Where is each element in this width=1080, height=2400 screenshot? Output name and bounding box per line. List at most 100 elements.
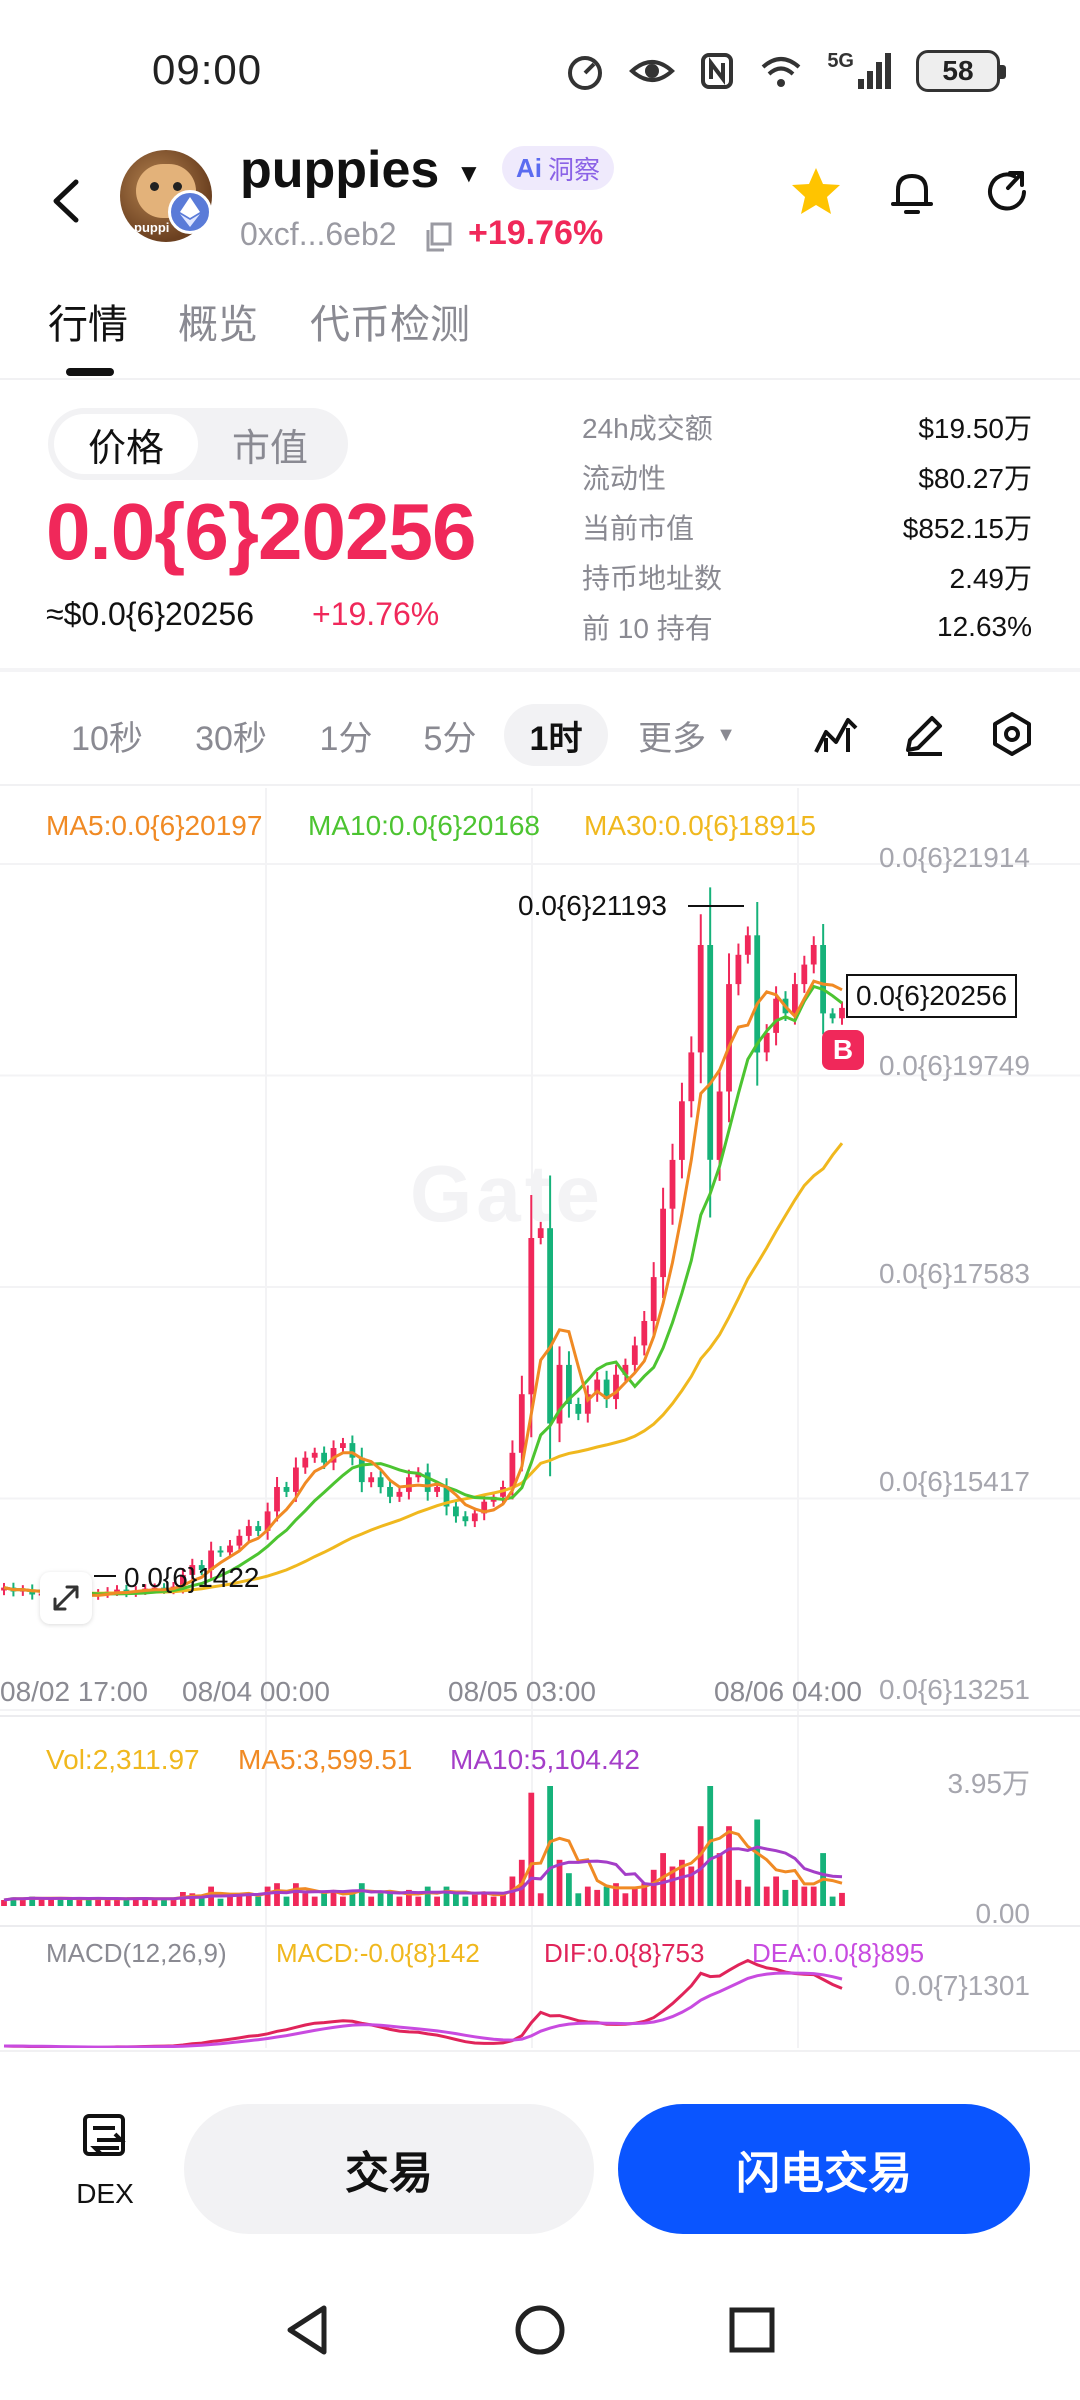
candle-body — [641, 1321, 648, 1346]
nav-home-icon[interactable] — [500, 2290, 580, 2370]
interval-10s[interactable]: 10秒 — [52, 704, 162, 766]
bell-icon[interactable] — [884, 164, 940, 220]
favorite-star-icon[interactable] — [788, 164, 844, 220]
buy-marker-badge[interactable]: B — [822, 1030, 864, 1070]
trade-button[interactable]: 交易 — [184, 2104, 594, 2234]
volume-ma10-legend: MA10:5,104.42 — [450, 1744, 640, 1775]
volume-bar — [434, 1896, 440, 1906]
candle-body — [810, 945, 817, 965]
interval-more[interactable]: 更多 ▼ — [622, 704, 752, 766]
candle-body — [744, 935, 751, 955]
current-price: 0.0{6}20256 — [46, 487, 476, 576]
toggle-market-cap[interactable]: 市值 — [198, 414, 342, 474]
token-name[interactable]: puppies — [240, 140, 439, 200]
volume-bar — [302, 1893, 309, 1906]
ai-insight-button[interactable]: Ai 洞察 — [502, 146, 615, 190]
interval-5m[interactable]: 5分 — [400, 704, 500, 766]
copy-icon[interactable] — [424, 222, 452, 252]
volume-bar — [415, 1896, 422, 1906]
volume-bar — [801, 1886, 808, 1906]
candle-body — [462, 1516, 469, 1522]
draw-pencil-icon[interactable] — [898, 708, 950, 760]
interval-30s[interactable]: 30秒 — [176, 704, 286, 766]
volume-bar — [67, 1899, 73, 1906]
macd-dea-line — [4, 1971, 843, 2048]
settings-hexagon-icon[interactable] — [986, 708, 1038, 760]
stat-value: 2.49万 — [949, 563, 1033, 594]
tab-market[interactable]: 行情 — [48, 292, 128, 350]
price-section: 价格 市值 0.0{6}20256 ≈$0.0{6}20256 +19.76% … — [0, 382, 1080, 672]
volume-bar — [594, 1889, 601, 1906]
x-axis-label: 08/05 03:00 — [448, 1676, 596, 1707]
interval-1h[interactable]: 1时 — [504, 704, 608, 766]
volume-bar — [264, 1886, 271, 1906]
back-arrow-icon[interactable] — [42, 166, 92, 236]
volume-bar — [603, 1886, 610, 1906]
tab-token-check[interactable]: 代币检测 — [310, 292, 470, 350]
interval-1m[interactable]: 1分 — [296, 704, 396, 766]
volume-ma5-legend: MA5:3,599.51 — [238, 1744, 413, 1775]
candle-body — [434, 1487, 440, 1492]
candle-body — [735, 954, 742, 985]
candle-body — [707, 945, 714, 1160]
candle-body — [471, 1513, 478, 1522]
share-icon[interactable] — [980, 164, 1036, 220]
candle-body — [245, 1526, 252, 1536]
token-stats: 24h成交额 $19.50万 流动性 $80.27万 当前市值 $852.15万 持币… — [582, 402, 1032, 652]
volume-bar — [631, 1886, 638, 1906]
status-icons: 5G 58 — [565, 50, 1006, 92]
tab-overview[interactable]: 概览 — [178, 292, 258, 350]
volume-bar — [575, 1893, 582, 1906]
candle-body — [321, 1452, 327, 1463]
high-price-label: 0.0{6}21193 — [518, 890, 667, 921]
toggle-price[interactable]: 价格 — [54, 414, 198, 474]
signal-icon — [858, 53, 891, 89]
main-tabs: 行情 概览 代币检测 — [0, 280, 1080, 380]
candle-body — [631, 1345, 638, 1365]
volume-bar — [321, 1893, 327, 1906]
flash-trade-button[interactable]: 闪电交易 — [618, 2104, 1030, 2234]
interval-bar: 10秒 30秒 1分 5分 1时 更多 ▼ — [0, 680, 1080, 786]
token-dropdown-caret-icon[interactable]: ▼ — [456, 158, 482, 189]
volume-bar — [151, 1899, 158, 1906]
candle-body — [236, 1535, 243, 1546]
volume-bar — [829, 1896, 836, 1906]
candle-body — [754, 935, 761, 1053]
volume-bar — [490, 1896, 497, 1906]
candle-body — [575, 1404, 582, 1414]
nav-recents-icon[interactable] — [712, 2290, 792, 2370]
y-axis-label: 0.0{6}17583 — [878, 1258, 1030, 1289]
expand-chart-icon[interactable] — [40, 1572, 92, 1624]
volume-bar — [782, 1889, 789, 1906]
candle-body — [679, 1101, 685, 1160]
volume-bar — [650, 1869, 657, 1906]
candle-body — [453, 1506, 459, 1517]
volume-bar — [274, 1883, 280, 1906]
tab-active-indicator — [66, 368, 114, 376]
volume-bar — [283, 1896, 290, 1906]
volume-y-min: 0.00 — [975, 1898, 1031, 1929]
dex-button[interactable]: DEX — [60, 2104, 150, 2214]
candle-body — [368, 1477, 375, 1483]
token-header: puppi puppies ▼ Ai 洞察 0xcf...6eb2 +19.76… — [0, 140, 1080, 270]
candle-body — [283, 1487, 290, 1492]
wifi-icon — [761, 57, 801, 87]
indicator-icon[interactable] — [810, 708, 862, 760]
volume-bar — [792, 1879, 798, 1906]
stat-row: 24h成交额 $19.50万 — [582, 402, 1032, 452]
ai-sparkle-icon: Ai — [516, 152, 542, 183]
candle-body — [773, 998, 779, 1033]
y-axis-label: 0.0{6}15417 — [878, 1466, 1030, 1497]
volume-bar — [48, 1899, 54, 1906]
candle-body — [114, 1589, 120, 1592]
price-chart[interactable]: Gate MA5:0.0{6}20197 MA10:0.0{6}20168 MA… — [0, 788, 1080, 2048]
volume-bar — [358, 1883, 365, 1906]
price-mcap-toggle: 价格 市值 — [48, 408, 348, 480]
volume-bar — [85, 1899, 92, 1906]
nav-back-icon[interactable] — [270, 2290, 350, 2370]
candle-body — [650, 1277, 657, 1321]
candle-body — [801, 964, 808, 985]
volume-y-max: 3.95万 — [947, 1768, 1031, 1799]
nfc-icon — [701, 53, 734, 89]
candle-body — [255, 1526, 262, 1531]
